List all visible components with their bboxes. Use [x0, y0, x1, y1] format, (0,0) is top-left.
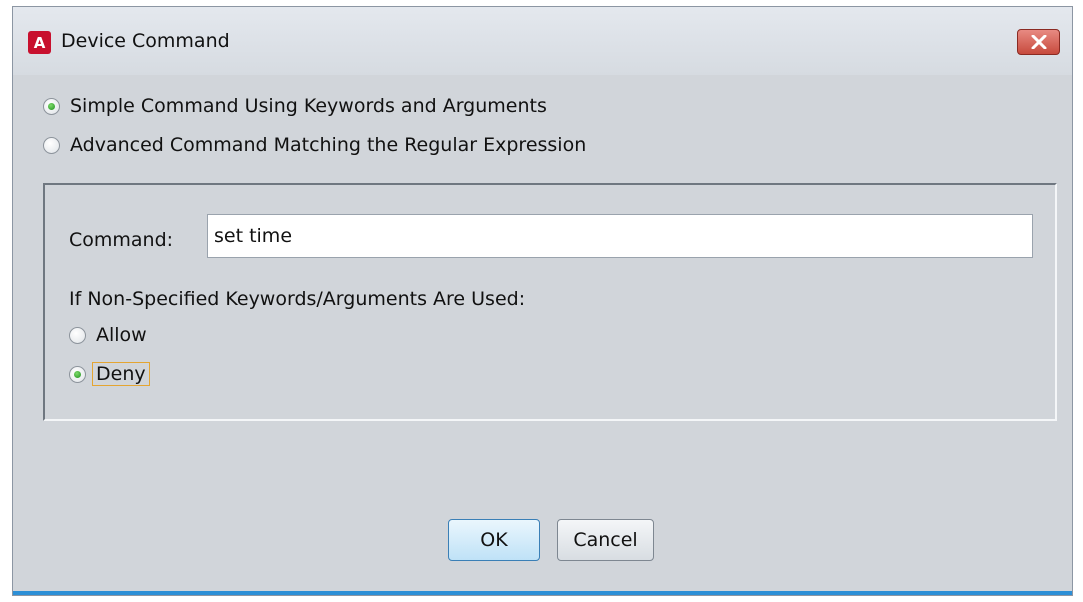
radio-advanced-command[interactable]: Advanced Command Matching the Regular Ex… [43, 134, 586, 156]
command-group-box: Command: If Non-Specified Keywords/Argum… [43, 183, 1057, 421]
radio-deny-label: Deny [92, 362, 150, 386]
command-label: Command: [69, 229, 174, 251]
app-logo-icon: A [28, 31, 51, 54]
radio-advanced-command-label: Advanced Command Matching the Regular Ex… [70, 134, 587, 156]
radio-button-icon[interactable] [43, 136, 60, 154]
close-button[interactable] [1017, 29, 1060, 55]
radio-allow-label: Allow [96, 324, 147, 346]
radio-button-icon[interactable] [43, 97, 60, 115]
dialog-body: Simple Command Using Keywords and Argume… [13, 75, 1072, 595]
radio-deny[interactable]: Deny [69, 362, 150, 386]
command-input[interactable] [207, 214, 1033, 258]
radio-button-icon[interactable] [69, 326, 86, 344]
cancel-button[interactable]: Cancel [557, 519, 654, 561]
non-specified-policy-label: If Non-Specified Keywords/Arguments Are … [69, 288, 526, 310]
radio-simple-command-label: Simple Command Using Keywords and Argume… [70, 95, 547, 117]
dialog-title: Device Command [61, 30, 230, 52]
radio-button-icon[interactable] [69, 365, 86, 383]
device-command-dialog: A Device Command Simple Command Using Ke… [12, 6, 1073, 596]
radio-simple-command[interactable]: Simple Command Using Keywords and Argume… [43, 95, 547, 117]
close-x-icon [1031, 35, 1046, 49]
title-bar[interactable]: A Device Command [13, 7, 1072, 75]
radio-allow[interactable]: Allow [69, 324, 147, 346]
window-bottom-border [13, 591, 1072, 595]
ok-button[interactable]: OK [448, 519, 540, 561]
